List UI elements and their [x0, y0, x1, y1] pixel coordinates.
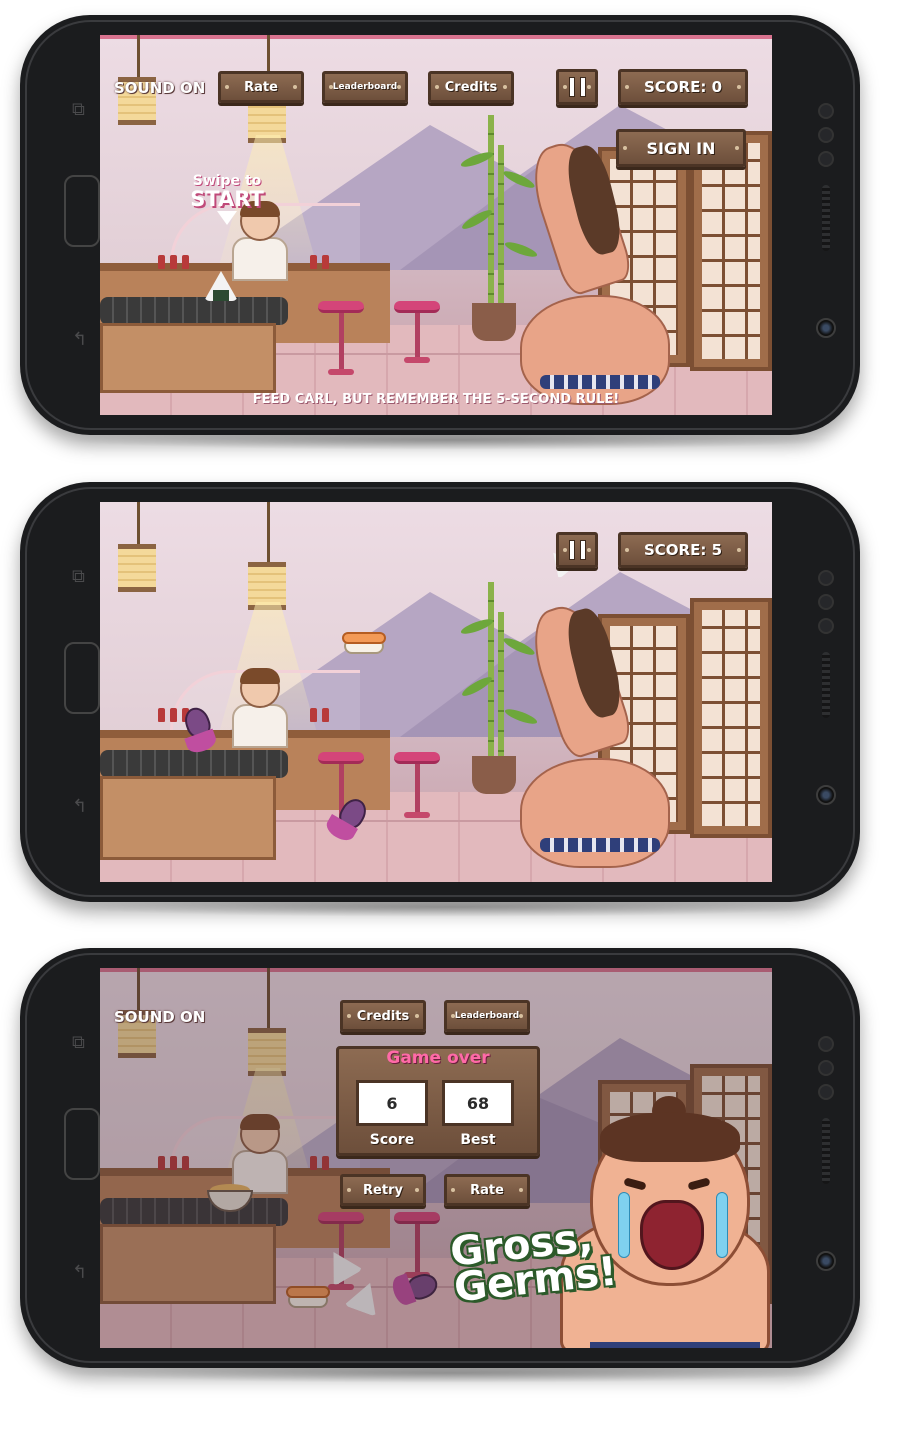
- down-arrow-icon: [217, 211, 237, 225]
- sauce-bottle: [310, 255, 317, 269]
- front-camera-icon: [816, 1251, 836, 1271]
- sauce-bottle: [158, 708, 165, 722]
- sensor-icon: [818, 1036, 834, 1052]
- bamboo-stalk: [498, 612, 504, 772]
- shoji-door: [690, 131, 772, 371]
- rate-button[interactable]: Rate: [218, 71, 304, 103]
- sauce-bottle: [182, 255, 189, 269]
- conveyor-belt: [100, 297, 288, 325]
- sign-in-button[interactable]: SIGN IN: [616, 129, 746, 167]
- phone-frame-2: ⧉ ↰ SCORE: 5: [20, 482, 860, 902]
- plant-pot: [472, 303, 516, 341]
- sauce-bottle: [158, 255, 165, 269]
- sensor-icon: [818, 103, 834, 119]
- bar-stool: [318, 301, 364, 375]
- front-camera-icon: [816, 785, 836, 805]
- sauce-bottle: [170, 255, 177, 269]
- speaker-grille: [822, 652, 830, 718]
- home-button: [64, 175, 100, 247]
- back-icon: ↰: [72, 329, 88, 350]
- sensor-icon: [818, 570, 834, 586]
- sauce-bottle: [322, 255, 329, 269]
- swipe-to-start-hint: Swipe to START: [182, 173, 272, 225]
- sensor-icon: [818, 594, 834, 610]
- bar-stool: [394, 752, 440, 818]
- game-screen-start[interactable]: SOUND ON Rate Leaderboard Credits SCORE:…: [100, 35, 772, 415]
- plant-pot: [472, 756, 516, 794]
- sensor-icon: [818, 1060, 834, 1076]
- speaker-grille: [822, 1118, 830, 1184]
- sound-toggle[interactable]: SOUND ON: [114, 1008, 205, 1026]
- lantern-cord: [137, 502, 140, 544]
- leaderboard-button[interactable]: Leaderboard: [444, 1000, 530, 1032]
- pause-button[interactable]: [556, 69, 598, 105]
- home-button: [64, 1108, 100, 1180]
- lantern-cord: [137, 35, 140, 77]
- swipe-hint-big: START: [190, 187, 264, 211]
- sauce-bottle: [310, 708, 317, 722]
- sauce-bottle: [322, 708, 329, 722]
- bamboo-stalk: [498, 145, 504, 305]
- score-value: 6: [356, 1080, 428, 1126]
- conveyor-base: [100, 776, 276, 860]
- sushi-food[interactable]: [342, 632, 386, 658]
- conveyor-base: [100, 323, 276, 393]
- lantern: [118, 544, 156, 592]
- phone-shadow: [60, 897, 840, 917]
- game-screen-playing[interactable]: SCORE: 5: [100, 502, 772, 882]
- tip-text: FEED CARL, BUT REMEMBER THE 5-SECOND RUL…: [252, 392, 620, 407]
- bar-stool: [394, 301, 440, 363]
- score-display: SCORE: 0: [618, 69, 748, 105]
- phone-shadow: [60, 1363, 840, 1383]
- back-icon: ↰: [72, 796, 88, 817]
- game-over-title: Game over: [386, 1048, 490, 1068]
- sensor-icon: [818, 127, 834, 143]
- sensor-icon: [818, 1084, 834, 1100]
- best-caption: Best: [460, 1132, 496, 1148]
- sensor-icon: [818, 151, 834, 167]
- retry-button[interactable]: Retry: [340, 1174, 426, 1206]
- pause-icon: [568, 77, 586, 97]
- phone-frame-1: ⧉ ↰ SOUND ON Rate Leaderboard Credits SC…: [20, 15, 860, 435]
- home-button: [64, 642, 100, 714]
- phone-shadow: [60, 430, 840, 450]
- credits-button[interactable]: Credits: [428, 71, 514, 103]
- pause-icon: [568, 540, 586, 560]
- lantern-cord: [267, 502, 270, 562]
- recents-icon: ⧉: [72, 566, 85, 587]
- rate-button[interactable]: Rate: [444, 1174, 530, 1206]
- leaderboard-button[interactable]: Leaderboard: [322, 71, 408, 103]
- top-edge: [100, 35, 772, 39]
- pause-button[interactable]: [556, 532, 598, 568]
- best-value: 68: [442, 1080, 514, 1126]
- sensor-icon: [818, 618, 834, 634]
- recents-icon: ⧉: [72, 99, 85, 120]
- back-icon: ↰: [72, 1262, 88, 1283]
- score-caption: Score: [369, 1132, 415, 1148]
- speaker-grille: [822, 185, 830, 251]
- credits-button[interactable]: Credits: [340, 1000, 426, 1032]
- sound-toggle[interactable]: SOUND ON: [114, 79, 205, 97]
- recents-icon: ⧉: [72, 1032, 85, 1053]
- score-display: SCORE: 5: [618, 532, 748, 568]
- shoji-door: [690, 598, 772, 838]
- front-camera-icon: [816, 318, 836, 338]
- onigiri-wrap: [213, 290, 229, 301]
- gross-germs-text: Gross, Germs!: [448, 1215, 619, 1311]
- game-screen-game-over[interactable]: SOUND ON Credits Leaderboard Game over 6…: [100, 968, 772, 1348]
- phone-frame-3: ⧉ ↰ SOUND ON Credits Leaderboard Game ov…: [20, 948, 860, 1368]
